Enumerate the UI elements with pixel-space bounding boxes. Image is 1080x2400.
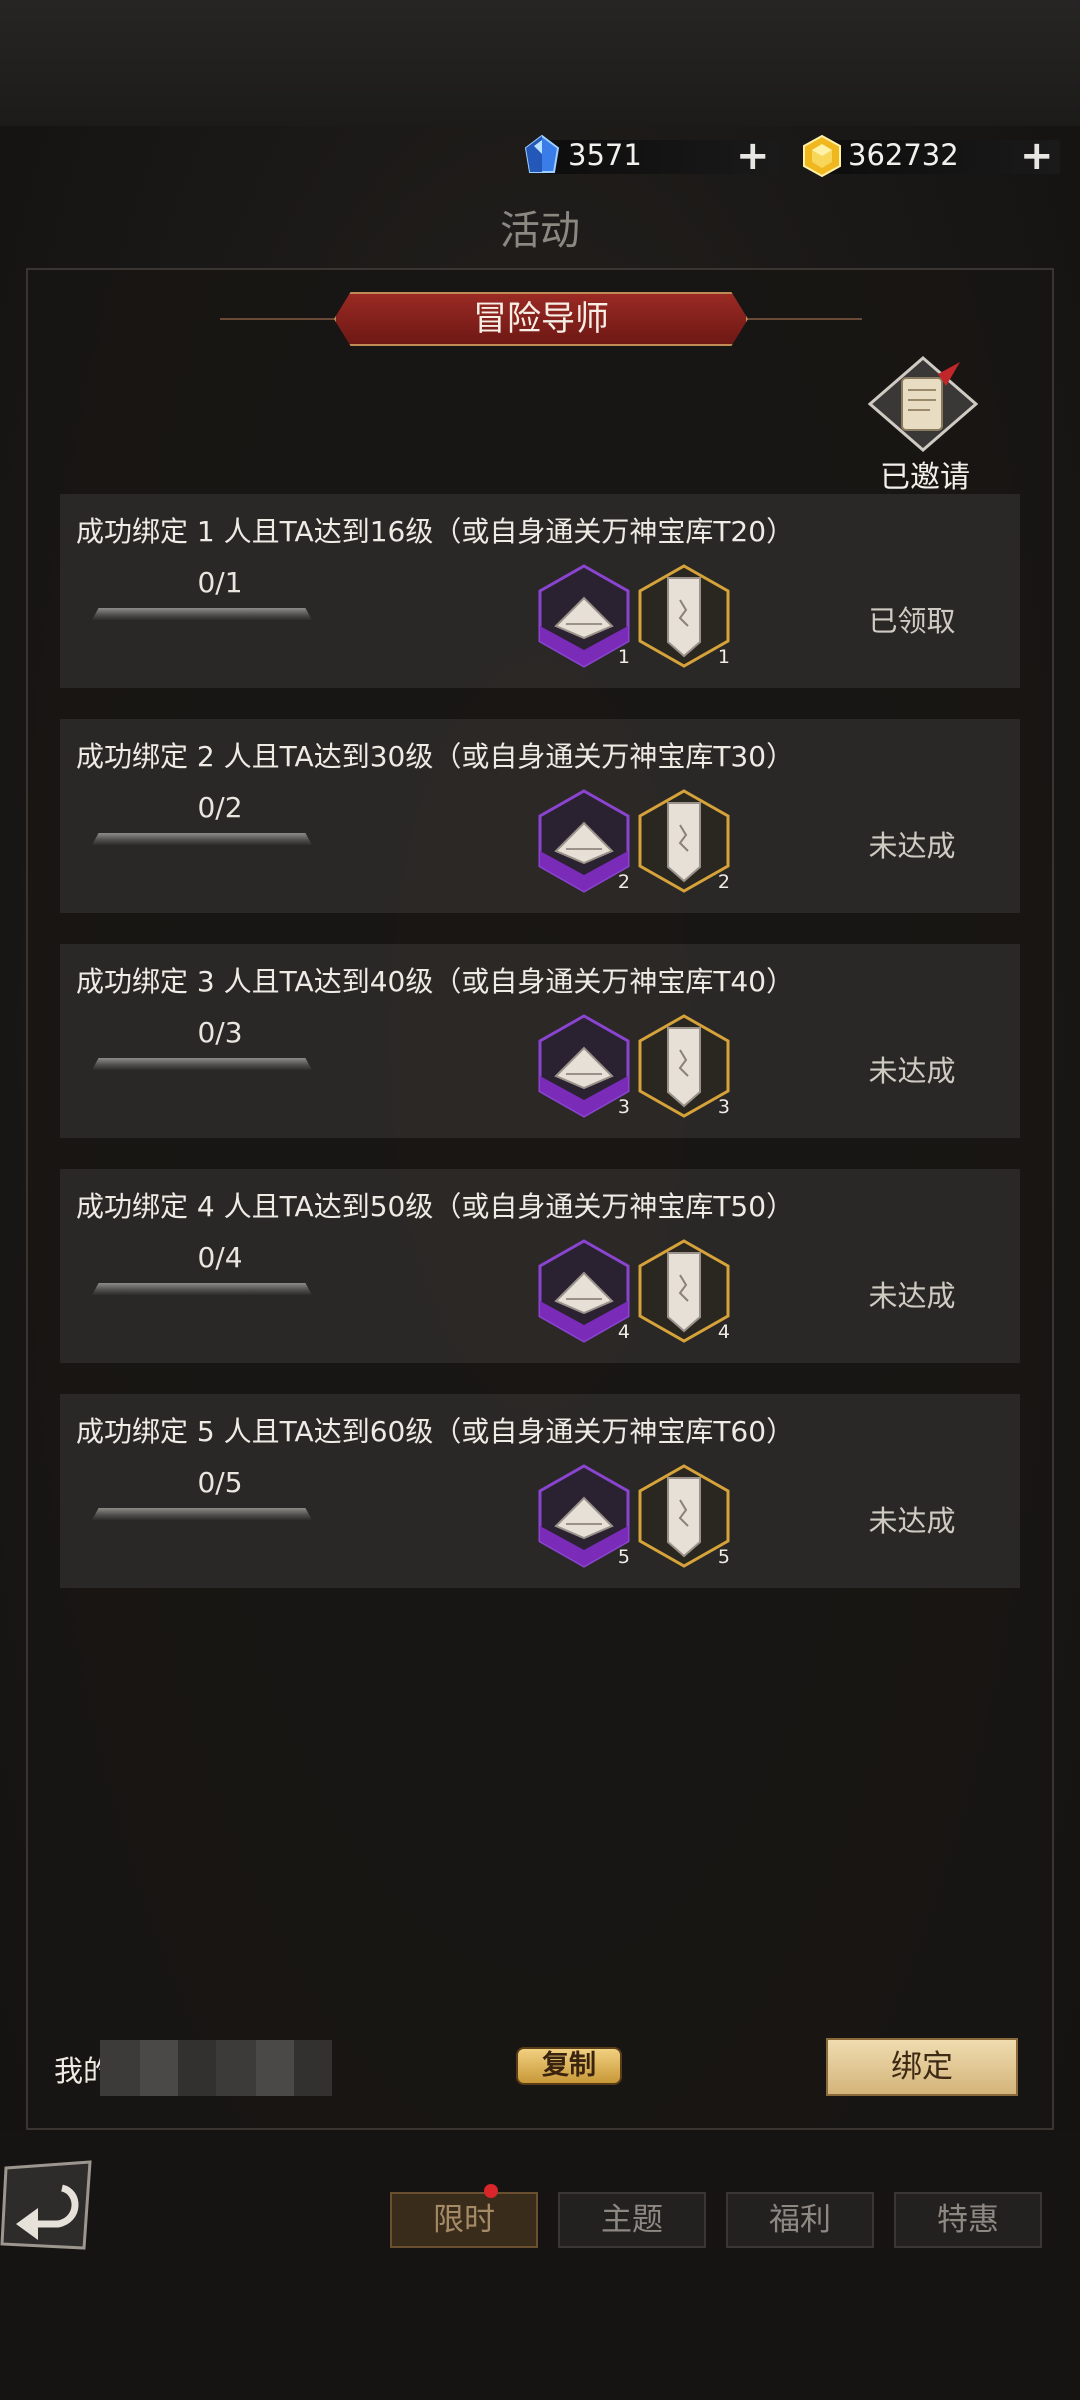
reward-qty: 4: [617, 1321, 630, 1343]
reward-item-gold[interactable]: 5: [638, 1464, 730, 1568]
task-status[interactable]: 已领取: [812, 598, 1012, 640]
book-pile-icon: [538, 1464, 630, 1568]
bind-button[interactable]: 绑定: [826, 2038, 1018, 2096]
reward-qty: 2: [617, 871, 630, 893]
invited-label: 已邀请: [880, 460, 970, 495]
bottom-nav: [0, 2130, 1080, 2400]
task-status: 未达成: [868, 1054, 956, 1088]
book-pile-icon: [538, 1014, 630, 1118]
task-card: 成功绑定 1 人且TA达到16级（或自身通关万神宝库T20） 0/1 1 1 已…: [60, 494, 1020, 688]
status-bar-area: [0, 0, 1080, 126]
book-pile-icon: [538, 1239, 630, 1343]
reward-qty: 2: [717, 871, 730, 893]
task-title: 成功绑定 5 人且TA达到60级（或自身通关万神宝库T60）: [76, 1415, 795, 1448]
task-card: 成功绑定 5 人且TA达到60级（或自身通关万神宝库T60） 0/5 5 5 未…: [60, 1394, 1020, 1588]
rune-tablet-icon: [638, 1014, 730, 1118]
invite-code-redacted: [100, 2040, 332, 2096]
tab-special-offer[interactable]: 特惠: [894, 2192, 1042, 2248]
reward-qty: 1: [617, 646, 630, 668]
task-status: 未达成: [868, 1504, 956, 1538]
reward-item-gold[interactable]: 2: [638, 789, 730, 893]
gems-value: 3571: [568, 138, 642, 172]
banner-line-left: [220, 318, 340, 320]
rune-tablet-icon: [638, 1239, 730, 1343]
banner-title: 冒险导师: [473, 299, 609, 339]
back-arrow-icon[interactable]: [0, 2158, 96, 2254]
tab-theme[interactable]: 主题: [558, 2192, 706, 2248]
add-gold-button[interactable]: +: [1020, 136, 1054, 176]
reward-item-purple[interactable]: 5: [538, 1464, 630, 1568]
banner-line-right: [742, 318, 862, 320]
page-title: 活动: [500, 208, 580, 254]
progress-text: 0/4: [197, 1241, 243, 1274]
task-status: 未达成: [868, 1279, 956, 1313]
reward-item-gold[interactable]: 1: [638, 564, 730, 668]
progress-bar: [92, 833, 312, 845]
reward-qty: 3: [617, 1096, 630, 1118]
tab-welfare[interactable]: 福利: [726, 2192, 874, 2248]
gold-gem-icon: [803, 134, 841, 178]
progress-bar: [92, 1058, 312, 1070]
progress-bar: [92, 1283, 312, 1295]
task-card: 成功绑定 3 人且TA达到40级（或自身通关万神宝库T40） 0/3 3 3 未…: [60, 944, 1020, 1138]
reward-qty: 5: [717, 1546, 730, 1568]
reward-item-purple[interactable]: 3: [538, 1014, 630, 1118]
reward-item-purple[interactable]: 4: [538, 1239, 630, 1343]
progress-bar: [92, 1508, 312, 1520]
reward-item-purple[interactable]: 2: [538, 789, 630, 893]
blue-crystal-icon: [524, 134, 560, 173]
rune-tablet-icon: [638, 789, 730, 893]
progress-text: 0/1: [197, 566, 243, 599]
progress-text: 0/3: [197, 1016, 243, 1049]
reward-qty: 5: [617, 1546, 630, 1568]
book-pile-icon: [538, 789, 630, 893]
rune-tablet-icon: [638, 564, 730, 668]
book-pile-icon: [538, 564, 630, 668]
rune-tablet-icon: [638, 1464, 730, 1568]
progress-text: 0/5: [197, 1466, 243, 1499]
task-card: 成功绑定 4 人且TA达到50级（或自身通关万神宝库T50） 0/4 4 4 未…: [60, 1169, 1020, 1363]
tab-limited[interactable]: 限时: [390, 2192, 538, 2248]
task-title: 成功绑定 2 人且TA达到30级（或自身通关万神宝库T30）: [76, 740, 795, 773]
notification-dot: [484, 2184, 498, 2198]
task-title: 成功绑定 4 人且TA达到50级（或自身通关万神宝库T50）: [76, 1190, 795, 1223]
add-gems-button[interactable]: +: [736, 136, 770, 176]
reward-item-gold[interactable]: 3: [638, 1014, 730, 1118]
reward-item-purple[interactable]: 1: [538, 564, 630, 668]
progress-text: 0/2: [197, 791, 243, 824]
task-title: 成功绑定 1 人且TA达到16级（或自身通关万神宝库T20）: [76, 515, 795, 548]
reward-qty: 1: [717, 646, 730, 668]
gold-value: 362732: [848, 138, 959, 172]
scroll-quill-icon[interactable]: [868, 356, 978, 452]
task-status: 未达成: [868, 829, 956, 863]
task-card: 成功绑定 2 人且TA达到30级（或自身通关万神宝库T30） 0/2 2 2 未…: [60, 719, 1020, 913]
reward-qty: 4: [717, 1321, 730, 1343]
copy-button[interactable]: 复制: [516, 2047, 622, 2085]
task-title: 成功绑定 3 人且TA达到40级（或自身通关万神宝库T40）: [76, 965, 795, 998]
progress-bar: [92, 608, 312, 620]
reward-item-gold[interactable]: 4: [638, 1239, 730, 1343]
currency-gold: 362732 +: [800, 134, 1060, 178]
reward-qty: 3: [717, 1096, 730, 1118]
